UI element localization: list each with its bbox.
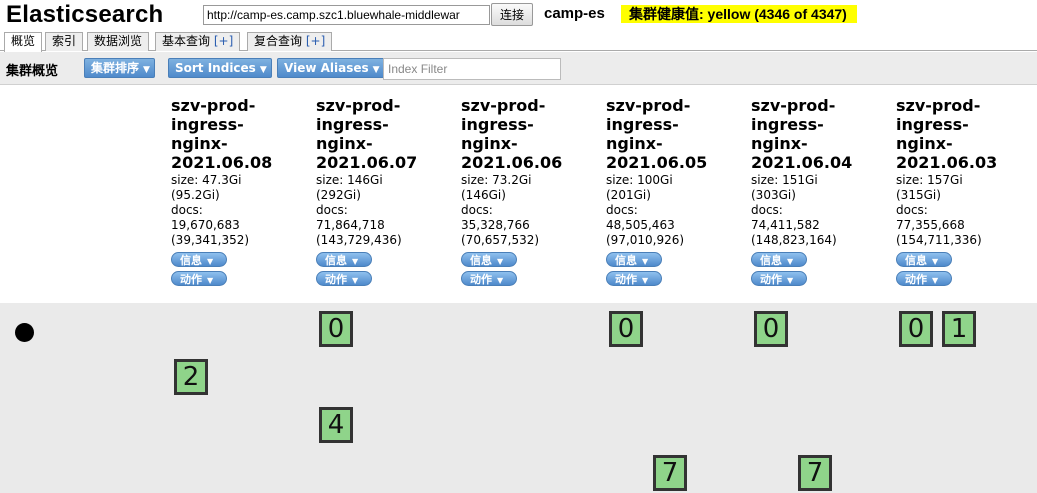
- caret-down-icon: ▼: [259, 65, 267, 75]
- index-name: szv-prod-ingress-nginx- 2021.06.04: [751, 96, 853, 172]
- index-action-button[interactable]: 动作 ▼: [751, 271, 807, 286]
- caret-down-icon: ▼: [787, 257, 794, 266]
- index-stats: size: 146Gi (292Gi) docs: 71,864,718 (143,72…: [316, 173, 402, 247]
- caret-down-icon: ▼: [372, 65, 380, 75]
- tab-overview[interactable]: 概览: [4, 32, 43, 52]
- shard-box[interactable]: 0: [899, 311, 933, 347]
- app-header: Elasticsearch 连接 camp-es 集群健康值: yellow (…: [0, 0, 1037, 30]
- caret-down-icon: ▼: [207, 276, 214, 285]
- overview-toolbar: 集群概览 集群排序 ▼ Sort Indices ▼ View Aliases ▼: [0, 52, 1037, 85]
- index-name: szv-prod-ingress-nginx- 2021.06.08: [171, 96, 273, 172]
- index-info-button[interactable]: 信息 ▼: [316, 252, 372, 267]
- cluster-name: camp-es: [544, 5, 605, 22]
- index-column: szv-prod-ingress-nginx- 2021.06.06 size: …: [461, 96, 601, 286]
- index-info-button[interactable]: 信息 ▼: [896, 252, 952, 267]
- index-column: szv-prod-ingress-nginx- 2021.06.07 size: …: [316, 96, 456, 286]
- caret-down-icon: ▼: [207, 257, 214, 266]
- index-column: szv-prod-ingress-nginx- 2021.06.08 size: …: [171, 96, 311, 286]
- cluster-health-badge: 集群健康值: yellow (4346 of 4347): [621, 5, 857, 23]
- index-action-button[interactable]: 动作 ▼: [316, 271, 372, 286]
- caret-down-icon: ▼: [143, 65, 150, 75]
- index-stats: size: 100Gi (201Gi) docs: 48,505,463 (97,010…: [606, 173, 685, 247]
- shard-box[interactable]: 2: [174, 359, 208, 395]
- tab-compound-query[interactable]: 复合查询 [+]: [247, 32, 333, 51]
- sort-indices-button[interactable]: Sort Indices ▼: [168, 58, 272, 78]
- index-info-button[interactable]: 信息 ▼: [461, 252, 517, 267]
- caret-down-icon: ▼: [352, 276, 359, 285]
- index-stats: size: 47.3Gi (95.2Gi) docs: 19,670,683 (39,3…: [171, 173, 250, 247]
- caret-down-icon: ▼: [642, 276, 649, 285]
- index-name: szv-prod-ingress-nginx- 2021.06.03: [896, 96, 998, 172]
- index-stats: size: 151Gi (303Gi) docs: 74,411,582 (148,82…: [751, 173, 837, 247]
- add-compound-query-link[interactable]: [+]: [306, 34, 325, 48]
- caret-down-icon: ▼: [787, 276, 794, 285]
- cluster-url-input[interactable]: [203, 5, 490, 25]
- index-filter-input[interactable]: [383, 58, 561, 80]
- index-stats: size: 157Gi (315Gi) docs: 77,355,668 (154,71…: [896, 173, 982, 247]
- master-node-icon: [15, 323, 34, 342]
- index-info-button[interactable]: 信息 ▼: [171, 252, 227, 267]
- index-info-button[interactable]: 信息 ▼: [606, 252, 662, 267]
- cluster-sort-button[interactable]: 集群排序 ▼: [84, 58, 155, 78]
- index-action-button[interactable]: 动作 ▼: [171, 271, 227, 286]
- index-name: szv-prod-ingress-nginx- 2021.06.07: [316, 96, 418, 172]
- app-title: Elasticsearch: [6, 1, 164, 28]
- tab-basic-query[interactable]: 基本查询 [+]: [155, 32, 241, 51]
- view-aliases-button[interactable]: View Aliases ▼: [277, 58, 385, 78]
- tab-bar: 概览 索引 数据浏览 基本查询 [+] 复合查询 [+]: [0, 30, 1037, 52]
- shard-allocation-area: [0, 303, 1037, 493]
- shard-box[interactable]: 1: [942, 311, 976, 347]
- caret-down-icon: ▼: [642, 257, 649, 266]
- index-name: szv-prod-ingress-nginx- 2021.06.06: [461, 96, 563, 172]
- caret-down-icon: ▼: [932, 257, 939, 266]
- caret-down-icon: ▼: [352, 257, 359, 266]
- index-stats: size: 73.2Gi (146Gi) docs: 35,328,766 (70,65…: [461, 173, 540, 247]
- index-action-button[interactable]: 动作 ▼: [461, 271, 517, 286]
- shard-box[interactable]: 0: [319, 311, 353, 347]
- caret-down-icon: ▼: [932, 276, 939, 285]
- index-column: szv-prod-ingress-nginx- 2021.06.03 size: …: [896, 96, 1036, 286]
- index-info-button[interactable]: 信息 ▼: [751, 252, 807, 267]
- shard-box[interactable]: 0: [609, 311, 643, 347]
- tab-data-browser[interactable]: 数据浏览: [87, 32, 150, 51]
- add-basic-query-link[interactable]: [+]: [214, 34, 233, 48]
- shard-box[interactable]: 7: [653, 455, 687, 491]
- caret-down-icon: ▼: [497, 257, 504, 266]
- shard-box[interactable]: 7: [798, 455, 832, 491]
- tab-indices[interactable]: 索引: [45, 32, 84, 51]
- index-column: szv-prod-ingress-nginx- 2021.06.05 size: …: [606, 96, 746, 286]
- index-action-button[interactable]: 动作 ▼: [606, 271, 662, 286]
- shard-box[interactable]: 0: [754, 311, 788, 347]
- index-name: szv-prod-ingress-nginx- 2021.06.05: [606, 96, 708, 172]
- index-action-button[interactable]: 动作 ▼: [896, 271, 952, 286]
- connect-button[interactable]: 连接: [491, 3, 533, 26]
- toolbar-label: 集群概览: [6, 64, 59, 79]
- shard-box[interactable]: 4: [319, 407, 353, 443]
- index-column: szv-prod-ingress-nginx- 2021.06.04 size: …: [751, 96, 891, 286]
- caret-down-icon: ▼: [497, 276, 504, 285]
